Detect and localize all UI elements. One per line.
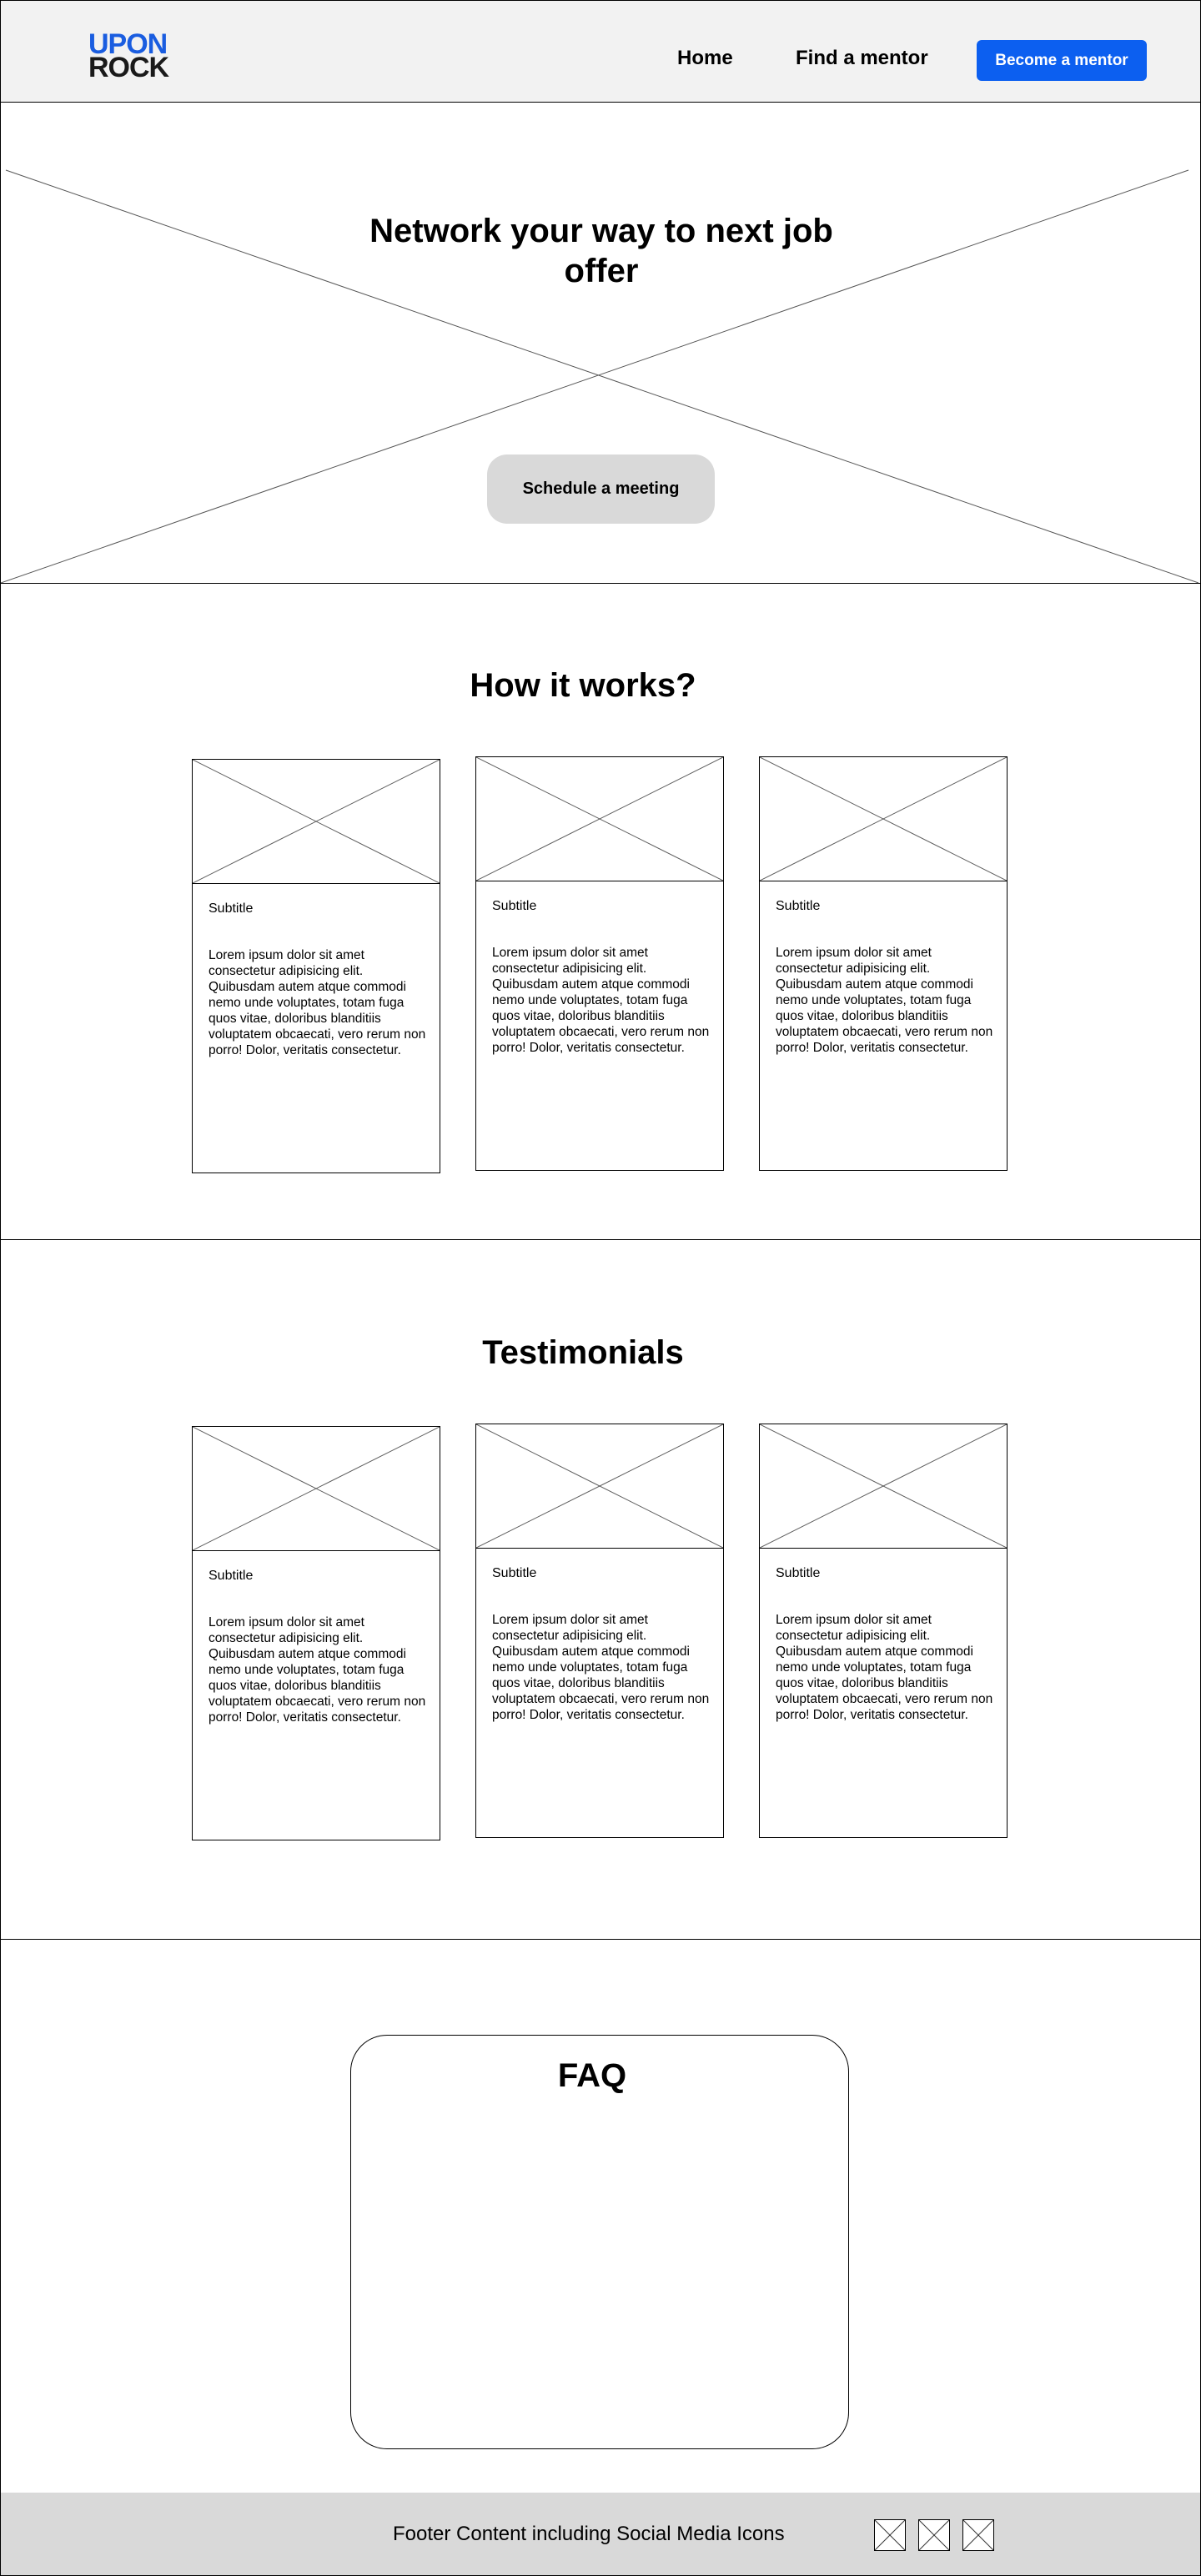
social-media-icon[interactable]: [918, 2519, 950, 2551]
how-card: Subtitle Lorem ipsum dolor sit amet cons…: [759, 756, 1008, 1171]
faq-panel: FAQ: [350, 2035, 849, 2449]
card-body: Lorem ipsum dolor sit amet consectetur a…: [776, 946, 993, 1055]
section-title: How it works?: [470, 667, 696, 704]
section-title: Testimonials: [482, 1334, 684, 1371]
card-image-placeholder: [193, 760, 440, 884]
card-subtitle: Subtitle: [209, 901, 254, 916]
social-media-icon[interactable]: [962, 2519, 994, 2551]
card-subtitle: Subtitle: [492, 899, 537, 913]
site-footer: Footer Content including Social Media Ic…: [1, 2493, 1200, 2575]
nav-home-link[interactable]: Home: [677, 47, 733, 70]
how-card: Subtitle Lorem ipsum dolor sit amet cons…: [192, 759, 440, 1173]
card-body: Lorem ipsum dolor sit amet consectetur a…: [209, 1615, 426, 1725]
faq-title: FAQ: [557, 2057, 627, 2094]
hero-title: Network your way to next job offer: [369, 213, 833, 289]
card-image-placeholder: [760, 1424, 1007, 1549]
logo[interactable]: UPON ROCK: [88, 30, 169, 83]
testimonial-card: Subtitle Lorem ipsum dolor sit amet cons…: [759, 1424, 1008, 1838]
footer-text: Footer Content including Social Media Ic…: [393, 2523, 785, 2545]
testimonial-card: Subtitle Lorem ipsum dolor sit amet cons…: [475, 1424, 724, 1838]
card-subtitle: Subtitle: [776, 899, 821, 913]
card-subtitle: Subtitle: [209, 1569, 254, 1583]
card-image-placeholder: [476, 1424, 723, 1549]
nav-find-mentor-link[interactable]: Find a mentor: [796, 47, 928, 70]
card-subtitle: Subtitle: [492, 1566, 537, 1580]
testimonial-card: Subtitle Lorem ipsum dolor sit amet cons…: [192, 1426, 440, 1840]
card-body: Lorem ipsum dolor sit amet consectetur a…: [209, 948, 426, 1057]
how-card: Subtitle Lorem ipsum dolor sit amet cons…: [475, 756, 724, 1171]
card-image-placeholder: [476, 757, 723, 881]
testimonials-section: Testimonials Subtitle Lorem ipsum dolor …: [1, 1240, 1200, 1940]
card-body: Lorem ipsum dolor sit amet consectetur a…: [776, 1613, 993, 1722]
card-image-placeholder: [193, 1427, 440, 1551]
hero-section: Network your way to next job offer Sched…: [1, 103, 1200, 584]
how-it-works-section: How it works? Subtitle Lorem ipsum dolor…: [1, 584, 1200, 1240]
schedule-meeting-button[interactable]: Schedule a meeting: [487, 454, 715, 524]
card-image-placeholder: [760, 757, 1007, 881]
card-subtitle: Subtitle: [776, 1566, 821, 1580]
become-mentor-button[interactable]: Become a mentor: [977, 40, 1147, 81]
social-media-icon[interactable]: [874, 2519, 906, 2551]
logo-bottom-text: ROCK: [88, 52, 169, 83]
site-header: UPON ROCK Home Find a mentor Become a me…: [1, 1, 1200, 103]
card-body: Lorem ipsum dolor sit amet consectetur a…: [492, 1613, 710, 1722]
card-body: Lorem ipsum dolor sit amet consectetur a…: [492, 946, 710, 1055]
